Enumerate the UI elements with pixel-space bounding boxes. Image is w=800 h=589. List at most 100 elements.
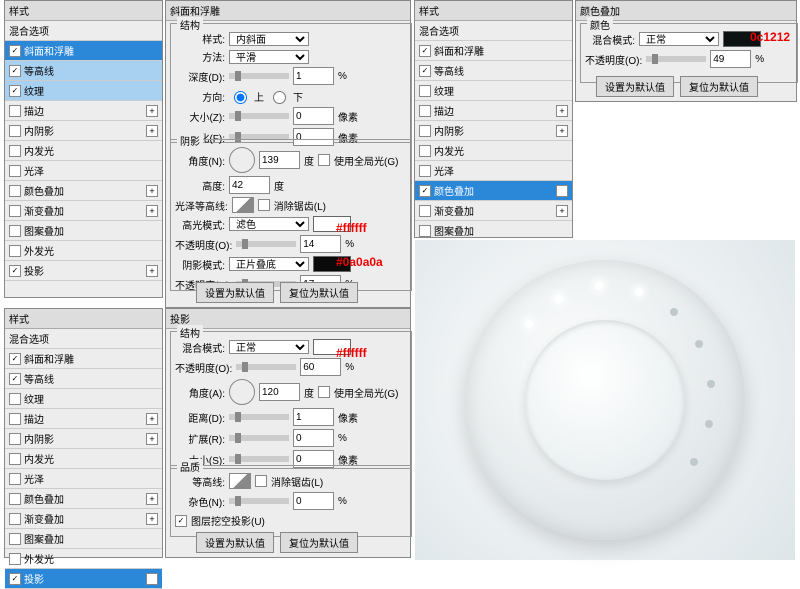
distance-input[interactable] bbox=[293, 408, 334, 426]
add-icon[interactable]: + bbox=[146, 105, 158, 117]
global-light-check[interactable] bbox=[318, 154, 330, 166]
checkbox[interactable] bbox=[9, 493, 21, 505]
altitude-input[interactable] bbox=[229, 176, 270, 194]
item-inner-shadow[interactable]: 内阴影+ bbox=[5, 121, 162, 141]
item-blend[interactable]: 混合选项 bbox=[5, 329, 162, 349]
checkbox[interactable] bbox=[9, 85, 21, 97]
checkbox[interactable] bbox=[9, 225, 21, 237]
item-gradient-overlay[interactable]: 渐变叠加+ bbox=[5, 201, 162, 221]
make-default-button[interactable]: 设置为默认值 bbox=[596, 76, 674, 97]
item-stroke[interactable]: 描边+ bbox=[5, 409, 162, 429]
checkbox[interactable] bbox=[9, 513, 21, 525]
item-stroke[interactable]: 描边+ bbox=[415, 101, 572, 121]
item-drop-shadow[interactable]: 投影+ bbox=[5, 569, 162, 589]
size-slider[interactable] bbox=[229, 456, 289, 462]
checkbox[interactable] bbox=[9, 245, 21, 257]
add-icon[interactable]: + bbox=[556, 125, 568, 137]
shadow-mode-select[interactable]: 正片叠底 bbox=[229, 257, 309, 271]
item-color-overlay[interactable]: 颜色叠加+ bbox=[5, 181, 162, 201]
add-icon[interactable]: + bbox=[146, 413, 158, 425]
checkbox[interactable] bbox=[9, 553, 21, 565]
checkbox[interactable] bbox=[419, 105, 431, 117]
checkbox[interactable] bbox=[419, 45, 431, 57]
checkbox[interactable] bbox=[419, 125, 431, 137]
checkbox[interactable] bbox=[9, 105, 21, 117]
checkbox[interactable] bbox=[9, 433, 21, 445]
checkbox[interactable] bbox=[9, 185, 21, 197]
item-outer-glow[interactable]: 外发光 bbox=[5, 241, 162, 261]
checkbox[interactable] bbox=[9, 393, 21, 405]
add-icon[interactable]: + bbox=[556, 105, 568, 117]
checkbox[interactable] bbox=[419, 185, 431, 197]
opacity-input[interactable] bbox=[300, 358, 341, 376]
blend-mode-select[interactable]: 正常 bbox=[229, 340, 309, 354]
add-icon[interactable]: + bbox=[146, 493, 158, 505]
spread-slider[interactable] bbox=[229, 435, 289, 441]
item-color-overlay[interactable]: 颜色叠加+ bbox=[415, 181, 572, 201]
checkbox[interactable] bbox=[9, 573, 21, 585]
dir-up-radio[interactable] bbox=[234, 91, 247, 104]
add-icon[interactable]: + bbox=[146, 573, 158, 585]
checkbox[interactable] bbox=[9, 165, 21, 177]
item-contour[interactable]: 等高线 bbox=[5, 369, 162, 389]
dir-down-radio[interactable] bbox=[273, 91, 286, 104]
technique-select[interactable]: 平滑 bbox=[229, 50, 309, 64]
add-icon[interactable]: + bbox=[146, 205, 158, 217]
depth-input[interactable] bbox=[293, 67, 334, 85]
global-light-check[interactable] bbox=[318, 386, 330, 398]
noise-input[interactable] bbox=[293, 492, 334, 510]
item-stroke[interactable]: 描边+ bbox=[5, 101, 162, 121]
item-texture[interactable]: 纹理 bbox=[415, 81, 572, 101]
item-drop-shadow[interactable]: 投影+ bbox=[5, 261, 162, 281]
item-satin[interactable]: 光泽 bbox=[5, 161, 162, 181]
item-satin[interactable]: 光泽 bbox=[415, 161, 572, 181]
antialias-check[interactable] bbox=[258, 199, 270, 211]
checkbox[interactable] bbox=[9, 65, 21, 77]
item-outer-glow[interactable]: 外发光 bbox=[5, 549, 162, 569]
distance-slider[interactable] bbox=[229, 414, 289, 420]
item-blend[interactable]: 混合选项 bbox=[5, 21, 162, 41]
item-color-overlay[interactable]: 颜色叠加+ bbox=[5, 489, 162, 509]
item-pattern-overlay[interactable]: 图案叠加 bbox=[5, 221, 162, 241]
checkbox[interactable] bbox=[9, 205, 21, 217]
angle-input[interactable] bbox=[259, 383, 300, 401]
antialias-check[interactable] bbox=[255, 475, 267, 487]
item-gradient-overlay[interactable]: 渐变叠加+ bbox=[5, 509, 162, 529]
checkbox[interactable] bbox=[9, 45, 21, 57]
size-slider[interactable] bbox=[229, 113, 289, 119]
add-icon[interactable]: + bbox=[556, 205, 568, 217]
item-pattern-overlay[interactable]: 图案叠加 bbox=[5, 529, 162, 549]
checkbox[interactable] bbox=[9, 353, 21, 365]
item-pattern-overlay[interactable]: 图案叠加 bbox=[415, 221, 572, 241]
style-select[interactable]: 内斜面 bbox=[229, 32, 309, 46]
item-satin[interactable]: 光泽 bbox=[5, 469, 162, 489]
add-icon[interactable]: + bbox=[556, 185, 568, 197]
add-icon[interactable]: + bbox=[146, 265, 158, 277]
item-inner-glow[interactable]: 内发光 bbox=[5, 449, 162, 469]
highlight-mode-select[interactable]: 滤色 bbox=[229, 217, 309, 231]
opacity-slider[interactable] bbox=[236, 364, 296, 370]
item-inner-shadow[interactable]: 内阴影+ bbox=[5, 429, 162, 449]
add-icon[interactable]: + bbox=[146, 513, 158, 525]
item-contour[interactable]: 等高线 bbox=[415, 61, 572, 81]
item-inner-glow[interactable]: 内发光 bbox=[5, 141, 162, 161]
checkbox[interactable] bbox=[9, 373, 21, 385]
opacity-input[interactable] bbox=[710, 50, 751, 68]
spread-input[interactable] bbox=[293, 429, 334, 447]
add-icon[interactable]: + bbox=[146, 433, 158, 445]
size-input[interactable] bbox=[293, 107, 334, 125]
checkbox[interactable] bbox=[419, 225, 431, 237]
item-gradient-overlay[interactable]: 渐变叠加+ bbox=[415, 201, 572, 221]
item-bevel[interactable]: 斜面和浮雕 bbox=[415, 41, 572, 61]
checkbox[interactable] bbox=[9, 265, 21, 277]
checkbox[interactable] bbox=[9, 533, 21, 545]
checkbox[interactable] bbox=[9, 473, 21, 485]
checkbox[interactable] bbox=[419, 205, 431, 217]
opacity-slider[interactable] bbox=[646, 56, 706, 62]
checkbox[interactable] bbox=[9, 125, 21, 137]
checkbox[interactable] bbox=[419, 85, 431, 97]
knockout-check[interactable] bbox=[175, 515, 187, 527]
checkbox[interactable] bbox=[419, 65, 431, 77]
make-default-button[interactable]: 设置为默认值 bbox=[196, 282, 274, 303]
checkbox[interactable] bbox=[419, 145, 431, 157]
